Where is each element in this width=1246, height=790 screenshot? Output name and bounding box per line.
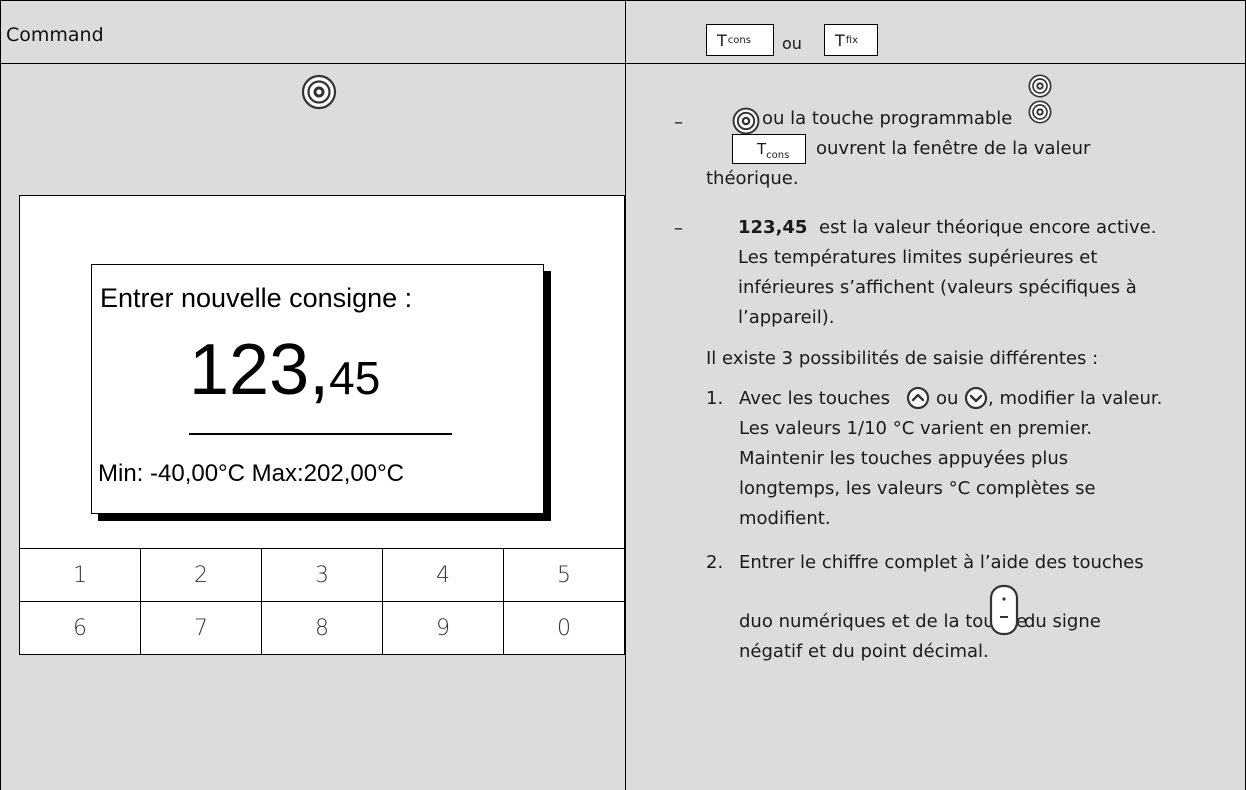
outer-border — [0, 0, 1246, 790]
manual-page: Command Tcons ou Tfix Entrer nouvelle co… — [0, 0, 1246, 790]
